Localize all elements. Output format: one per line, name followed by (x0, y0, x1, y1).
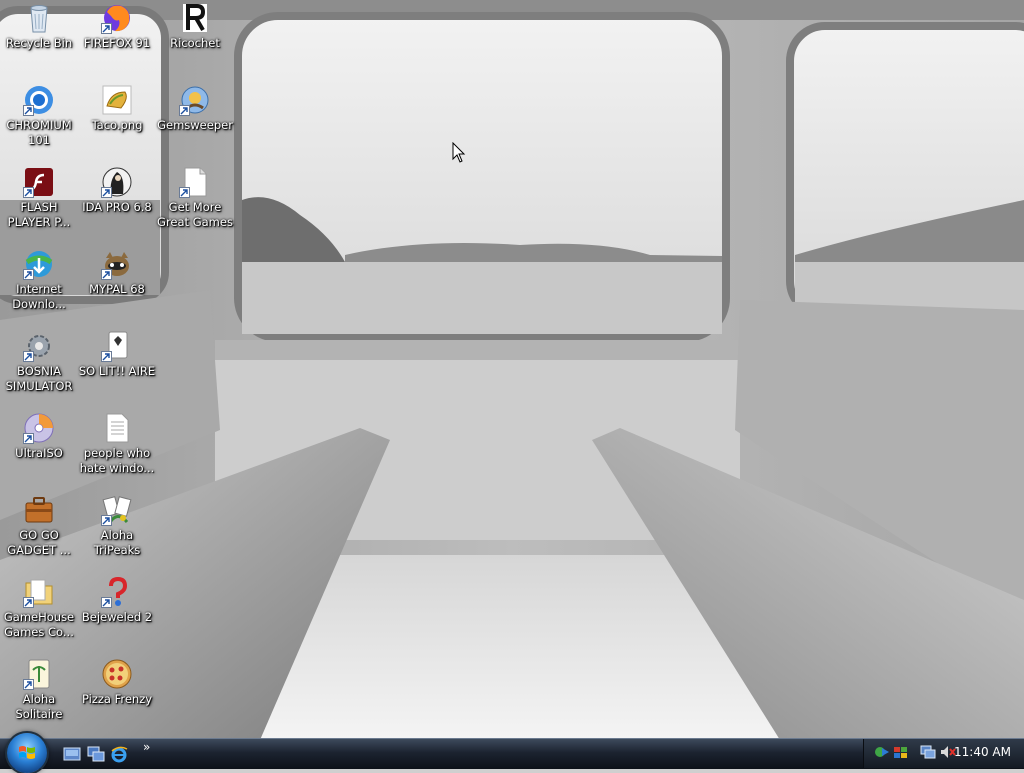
taco-image-icon (101, 84, 133, 116)
desktop-icon-flash-player[interactable]: FLASH PLAYER P... (0, 166, 78, 230)
desktop-icon-internet-download-manager[interactable]: Internet Downlo... (0, 248, 78, 312)
show-desktop-icon (63, 747, 81, 761)
shortcut-arrow-icon (101, 351, 112, 362)
quick-launch-overflow-button[interactable]: » (143, 740, 150, 754)
desktop-icon-ida-pro[interactable]: IDA PRO 6.8 (78, 166, 156, 215)
aloha-solitaire-icon (23, 658, 55, 690)
desktop-icon-label: FLASH PLAYER P... (7, 200, 71, 229)
shortcut-arrow-icon (23, 269, 34, 280)
desktop-icon-label: Taco.png (91, 118, 143, 132)
desktop-icon-label: Gemsweeper (157, 118, 233, 132)
desktop-icon-label: UltraISO (15, 446, 63, 460)
internet-explorer-button[interactable] (110, 745, 130, 763)
switch-windows-button[interactable] (87, 745, 107, 763)
shortcut-arrow-icon (23, 679, 34, 690)
shortcut-arrow-icon (101, 515, 112, 526)
shortcut-arrow-icon (23, 597, 34, 608)
desktop-icon-label: IDA PRO 6.8 (82, 200, 152, 214)
desktop-icon-label: FIREFOX 91 (83, 36, 151, 50)
start-button[interactable] (7, 733, 47, 773)
tray-security-button[interactable] (893, 744, 909, 760)
recycle-bin-icon (23, 2, 55, 34)
desktop-icon-people-who-hate-windows[interactable]: people who hate windo... (78, 412, 156, 476)
desktop-icon-aloha-solitaire[interactable]: Aloha Solitaire (0, 658, 78, 722)
shortcut-arrow-icon (23, 351, 34, 362)
text-document-icon (101, 412, 133, 444)
ida-pro-icon (101, 166, 133, 198)
security-shield-icon (894, 747, 907, 758)
desktop-icon-label: Bejeweled 2 (81, 610, 153, 624)
folder-icon (23, 576, 55, 608)
desktop-icon-label: Recycle Bin (5, 36, 73, 50)
desktop-icon-get-more-great-games[interactable]: Get More Great Games (156, 166, 234, 230)
ultraiso-icon (23, 412, 55, 444)
internet-explorer-icon (111, 746, 128, 763)
mouse-pointer-icon (452, 142, 466, 163)
desktop-icon-so-lit-aire[interactable]: SO LIT!! AIRE (78, 330, 156, 379)
desktop-icon-label: Pizza Frenzy (81, 692, 153, 706)
desktop-icon-ricochet[interactable]: Ricochet (156, 2, 234, 51)
shortcut-arrow-icon (101, 23, 112, 34)
desktop-icon-go-go-gadget[interactable]: GO GO GADGET ... (0, 494, 78, 558)
shortcut-arrow-icon (23, 187, 34, 198)
desktop-icon-label: Get More Great Games (157, 200, 233, 229)
ricochet-icon (179, 2, 211, 34)
desktop-icon-aloha-tripeaks[interactable]: Aloha TriPeaks (78, 494, 156, 558)
gear-icon (23, 330, 55, 362)
desktop-icon-gemsweeper[interactable]: Gemsweeper (156, 84, 234, 133)
desktop-icon-gamehouse-games[interactable]: GameHouse Games Co... (0, 576, 78, 640)
mypal-icon (101, 248, 133, 280)
shortcut-arrow-icon (101, 187, 112, 198)
shortcut-arrow-icon (23, 433, 34, 444)
shortcut-arrow-icon (179, 187, 190, 198)
show-desktop-button[interactable] (63, 745, 83, 763)
desktop-icon-firefox[interactable]: FIREFOX 91 (78, 2, 156, 51)
desktop-icon-taco-png[interactable]: Taco.png (78, 84, 156, 133)
windows-flag-icon (19, 746, 35, 759)
desktop-icon-label: MYPAL 68 (89, 282, 145, 296)
desktop-icon-bejeweled-2[interactable]: Bejeweled 2 (78, 576, 156, 625)
desktop-icon-bosnia-simulator[interactable]: BOSNIA SIMULATOR (0, 330, 78, 394)
chromium-icon (23, 84, 55, 116)
desktop-icon-ultraiso[interactable]: UltraISO (0, 412, 78, 461)
shortcut-arrow-icon (101, 269, 112, 280)
desktop-icon-mypal[interactable]: MYPAL 68 (78, 248, 156, 297)
desktop-icon-label: Internet Downlo... (12, 282, 66, 311)
desktop-icon-label: CHROMIUM 101 (6, 118, 72, 147)
tray-network-sharing-button[interactable] (874, 744, 890, 760)
briefcase-icon (23, 494, 55, 526)
desktop-icon-label: people who hate windo... (79, 446, 155, 475)
desktop-icon-pizza-frenzy[interactable]: Pizza Frenzy (78, 658, 156, 707)
document-icon (179, 166, 211, 198)
tray-network-connection-button[interactable] (920, 744, 936, 760)
tripeaks-icon (101, 494, 133, 526)
desktop-icon-label: GO GO GADGET ... (7, 528, 71, 557)
solitaire-card-icon (101, 330, 133, 362)
taskbar-clock[interactable]: 11:40 AM (954, 745, 1011, 759)
shortcut-arrow-icon (101, 597, 112, 608)
flash-player-icon (23, 166, 55, 198)
desktop-icon-label: Aloha Solitaire (15, 692, 63, 721)
network-sharing-icon (875, 747, 889, 757)
shortcut-arrow-icon (23, 105, 34, 116)
desktop-icon-label: Ricochet (170, 36, 220, 50)
gemsweeper-icon (179, 84, 211, 116)
firefox-icon (101, 2, 133, 34)
desktop-icon-label: Aloha TriPeaks (93, 528, 141, 557)
internet-download-manager-icon (23, 248, 55, 280)
desktop-icon-recycle-bin[interactable]: Recycle Bin (0, 2, 78, 51)
pizza-icon (101, 658, 133, 690)
bejeweled-icon (101, 576, 133, 608)
network-connection-icon (920, 745, 936, 759)
desktop-icon-label: GameHouse Games Co... (3, 610, 75, 639)
switch-windows-icon (87, 746, 105, 762)
desktop-icon-label: SO LIT!! AIRE (78, 364, 156, 378)
desktop-icon-chromium[interactable]: CHROMIUM 101 (0, 84, 78, 148)
desktop-icon-label: BOSNIA SIMULATOR (5, 364, 73, 393)
shortcut-arrow-icon (179, 105, 190, 116)
